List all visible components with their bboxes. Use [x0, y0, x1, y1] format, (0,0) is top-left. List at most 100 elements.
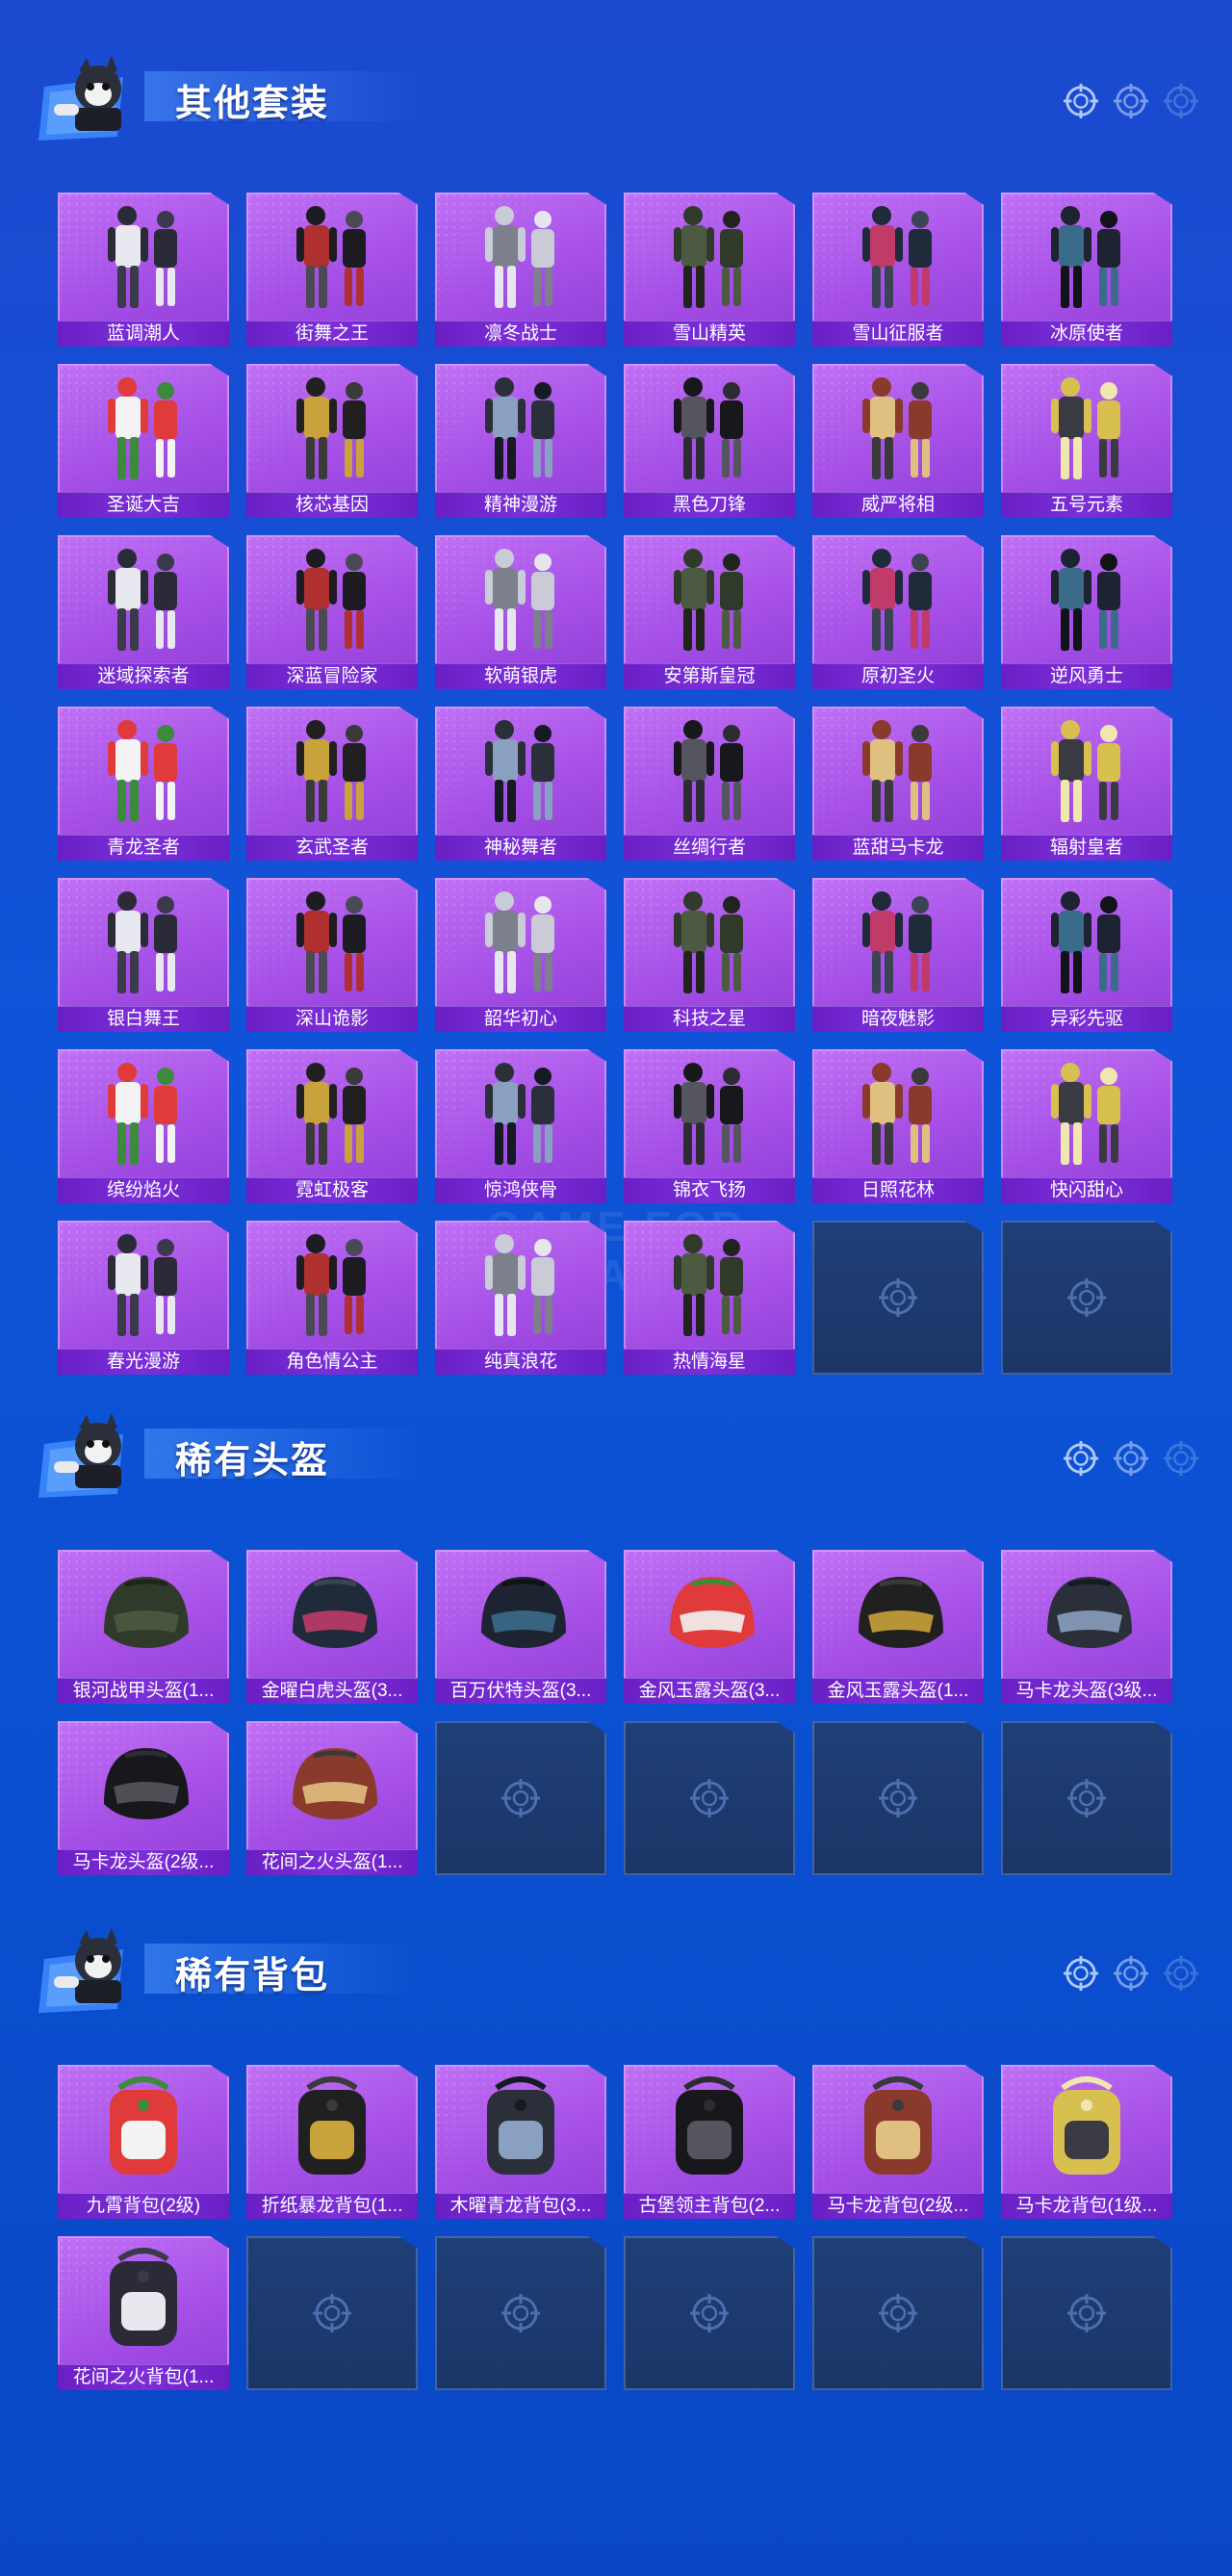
item-name: 辐射皇者: [1001, 835, 1172, 861]
outfit-icon: [1001, 1055, 1172, 1174]
outfit-card[interactable]: 青龙圣者: [58, 707, 229, 861]
backpack-card[interactable]: 木曜青龙背包(3...: [435, 2065, 606, 2219]
outfit-card[interactable]: 霓虹极客: [246, 1049, 418, 1203]
outfit-card[interactable]: 原初圣火: [812, 535, 984, 689]
outfit-card[interactable]: 软萌银虎: [435, 535, 606, 689]
item-name: 银河战甲头盔(1...: [58, 1678, 229, 1704]
helmet-card[interactable]: 百万伏特头盔(3...: [435, 1550, 606, 1704]
outfit-card[interactable]: 银白舞王: [58, 878, 229, 1032]
backpack-card[interactable]: 马卡龙背包(2级...: [812, 2065, 984, 2219]
item-name: 黑色刀锋: [624, 492, 795, 518]
outfit-card[interactable]: 安第斯皇冠: [624, 535, 795, 689]
outfit-icon: [624, 1226, 795, 1346]
outfit-card[interactable]: 丝绸行者: [624, 707, 795, 861]
outfit-card[interactable]: 异彩先驱: [1001, 878, 1172, 1032]
outfit-card[interactable]: 春光漫游: [58, 1221, 229, 1375]
item-name: 圣诞大吉: [58, 492, 229, 518]
outfit-card[interactable]: 黑色刀锋: [624, 364, 795, 518]
item-name: 霓虹极客: [246, 1177, 418, 1203]
outfit-card[interactable]: 玄武圣者: [246, 707, 418, 861]
outfit-card[interactable]: 暗夜魅影: [812, 878, 984, 1032]
crosshair-decor: [1063, 1955, 1199, 1992]
outfit-card[interactable]: 锦衣飞扬: [624, 1049, 795, 1203]
outfit-card[interactable]: 雪山精英: [624, 193, 795, 347]
outfit-card[interactable]: 缤纷焰火: [58, 1049, 229, 1203]
outfit-icon: [812, 541, 984, 660]
outfit-card[interactable]: 核芯基因: [246, 364, 418, 518]
outfit-card[interactable]: 圣诞大吉: [58, 364, 229, 518]
outfit-icon: [58, 712, 229, 832]
outfit-card[interactable]: 雪山征服者: [812, 193, 984, 347]
backpack-icon: [58, 2242, 229, 2361]
outfit-card[interactable]: 逆风勇士: [1001, 535, 1172, 689]
crosshair-icon: [1163, 1955, 1199, 1992]
helmet-card[interactable]: 金曜白虎头盔(3...: [246, 1550, 418, 1704]
helmet-card[interactable]: 金风玉露头盔(1...: [812, 1550, 984, 1704]
empty-slot: [812, 2236, 984, 2390]
outfit-icon: [435, 1226, 606, 1346]
empty-slot: [1001, 1721, 1172, 1875]
outfit-card[interactable]: 辐射皇者: [1001, 707, 1172, 861]
outfit-card[interactable]: 蓝甜马卡龙: [812, 707, 984, 861]
item-name: 韶华初心: [435, 1006, 606, 1032]
outfit-card[interactable]: 角色情公主: [246, 1221, 418, 1375]
outfit-icon: [812, 1055, 984, 1174]
empty-slot: [435, 1721, 606, 1875]
outfit-card[interactable]: 深山诡影: [246, 878, 418, 1032]
outfit-card[interactable]: 科技之星: [624, 878, 795, 1032]
item-name: 精神漫游: [435, 492, 606, 518]
outfit-card[interactable]: 纯真浪花: [435, 1221, 606, 1375]
outfit-icon: [58, 370, 229, 489]
helmet-card[interactable]: 花间之火头盔(1...: [246, 1721, 418, 1875]
outfit-card[interactable]: 迷域探索者: [58, 535, 229, 689]
outfit-card[interactable]: 日照花林: [812, 1049, 984, 1203]
backpack-card[interactable]: 马卡龙背包(1级...: [1001, 2065, 1172, 2219]
item-name: 百万伏特头盔(3...: [435, 1678, 606, 1704]
backpack-card[interactable]: 古堡领主背包(2...: [624, 2065, 795, 2219]
item-name: 街舞之王: [246, 321, 418, 347]
outfit-icon: [58, 541, 229, 660]
item-name: 快闪甜心: [1001, 1177, 1172, 1203]
item-name: 迷域探索者: [58, 663, 229, 689]
outfit-card[interactable]: 精神漫游: [435, 364, 606, 518]
outfit-card[interactable]: 五号元素: [1001, 364, 1172, 518]
backpack-card[interactable]: 九霄背包(2级): [58, 2065, 229, 2219]
item-grid: 九霄背包(2级) 折纸暴龙背包(1... 木曜青龙背包(3... 古堡领主背包(…: [58, 2065, 1172, 2390]
outfit-icon: [58, 884, 229, 1003]
outfit-card[interactable]: 冰原使者: [1001, 193, 1172, 347]
outfit-icon: [624, 884, 795, 1003]
item-name: 核芯基因: [246, 492, 418, 518]
item-name: 软萌银虎: [435, 663, 606, 689]
mascot-icon: [37, 1920, 152, 2017]
outfit-card[interactable]: 凛冬战士: [435, 193, 606, 347]
outfit-card[interactable]: 威严将相: [812, 364, 984, 518]
outfit-card[interactable]: 快闪甜心: [1001, 1049, 1172, 1203]
outfit-card[interactable]: 韶华初心: [435, 878, 606, 1032]
outfit-card[interactable]: 惊鸿侠骨: [435, 1049, 606, 1203]
backpack-card[interactable]: 花间之火背包(1...: [58, 2236, 229, 2390]
outfit-card[interactable]: 深蓝冒险家: [246, 535, 418, 689]
outfit-card[interactable]: 蓝调潮人: [58, 193, 229, 347]
outfit-card[interactable]: 热情海星: [624, 1221, 795, 1375]
helmet-card[interactable]: 金风玉露头盔(3...: [624, 1550, 795, 1704]
helmet-card[interactable]: 马卡龙头盔(2级...: [58, 1721, 229, 1875]
helmet-icon: [246, 1556, 418, 1675]
outfit-card[interactable]: 街舞之王: [246, 193, 418, 347]
item-name: 冰原使者: [1001, 321, 1172, 347]
helmet-card[interactable]: 银河战甲头盔(1...: [58, 1550, 229, 1704]
item-name: 蓝甜马卡龙: [812, 835, 984, 861]
item-name: 日照花林: [812, 1177, 984, 1203]
empty-slot: [1001, 2236, 1172, 2390]
outfit-card[interactable]: 神秘舞者: [435, 707, 606, 861]
section-title: 其他套装: [175, 84, 330, 124]
item-name: 逆风勇士: [1001, 663, 1172, 689]
item-name: 雪山征服者: [812, 321, 984, 347]
backpack-card[interactable]: 折纸暴龙背包(1...: [246, 2065, 418, 2219]
empty-slot: [624, 2236, 795, 2390]
helmet-card[interactable]: 马卡龙头盔(3级...: [1001, 1550, 1172, 1704]
item-name: 锦衣飞扬: [624, 1177, 795, 1203]
item-name: 花间之火头盔(1...: [246, 1849, 418, 1875]
outfit-icon: [812, 712, 984, 832]
helmet-icon: [246, 1727, 418, 1846]
section-header: 其他套装: [0, 39, 1232, 154]
